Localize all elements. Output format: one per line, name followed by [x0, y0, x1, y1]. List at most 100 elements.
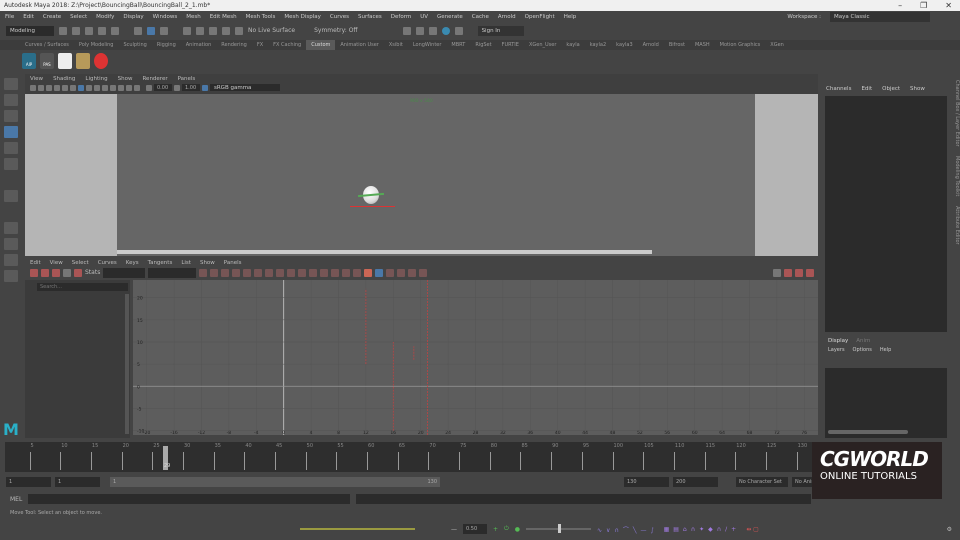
end-time-field[interactable]: 130	[624, 477, 669, 487]
shelf-tab[interactable]: MASH	[690, 40, 715, 50]
viewport-menu-renderer[interactable]: Renderer	[142, 76, 167, 82]
shelf-tab[interactable]: LongWinter	[408, 40, 447, 50]
shelf-tab[interactable]: XGen	[765, 40, 789, 50]
select-object-icon[interactable]	[147, 26, 155, 35]
lock-weight-icon[interactable]	[353, 268, 362, 277]
outliner-scrollbar[interactable]	[125, 294, 129, 434]
frame-selection-icon[interactable]	[210, 268, 219, 277]
ge-menu-view[interactable]: View	[50, 260, 63, 266]
viewport-canvas[interactable]	[25, 94, 818, 256]
menu-curves[interactable]: Curves	[330, 14, 349, 20]
viewport-scrollbar[interactable]	[117, 250, 652, 254]
anim-end-field[interactable]: 200	[673, 477, 718, 487]
ge-menu-select[interactable]: Select	[72, 260, 89, 266]
menu-uv[interactable]: UV	[420, 14, 428, 20]
exposure-field[interactable]: 0.00	[154, 84, 172, 91]
layer-tab-anim[interactable]: Anim	[856, 338, 870, 344]
shadows-icon[interactable]	[118, 84, 124, 91]
film-gate-icon[interactable]	[70, 84, 76, 91]
channel-show-menu[interactable]: Show	[910, 86, 925, 92]
single-pane-layout-icon[interactable]	[4, 222, 18, 234]
shelf-tab[interactable]: Poly Modeling	[74, 40, 119, 50]
shelf-tab[interactable]: Xsibit	[384, 40, 408, 50]
menu-windows[interactable]: Windows	[153, 14, 178, 20]
shelf-tab[interactable]: XGen_User	[524, 40, 561, 50]
free-weight-icon[interactable]	[342, 268, 351, 277]
snap-point-icon[interactable]	[209, 26, 217, 35]
clamped-tangent-icon[interactable]	[265, 268, 274, 277]
time-slider[interactable]: 5 10 15 20 25 30 35 40 45 50 55 60 65 70 75 80 85 90 95 100…	[5, 442, 815, 472]
render-settings-icon[interactable]	[428, 26, 437, 35]
retime-icon[interactable]	[74, 268, 82, 277]
ge-menu-panels[interactable]: Panels	[224, 260, 242, 266]
minus-icon[interactable]: —	[451, 526, 457, 533]
insert-key-icon[interactable]	[41, 268, 49, 277]
menu-generate[interactable]: Generate	[437, 14, 463, 20]
menu-modify[interactable]: Modify	[96, 14, 114, 20]
curve-tools-icons[interactable]: ∿∨∩⌒╲—∫	[597, 525, 658, 534]
layers-menu[interactable]: Layers	[828, 347, 845, 353]
menu-deform[interactable]: Deform	[391, 14, 411, 20]
shelf-tab[interactable]: Sculpting	[118, 40, 151, 50]
linear-tangent-icon[interactable]	[276, 268, 285, 277]
two-pane-layout-icon[interactable]	[4, 254, 18, 266]
trax-icon[interactable]	[419, 268, 428, 277]
ge-layout-icon-3[interactable]	[806, 268, 814, 277]
menu-create[interactable]: Create	[43, 14, 61, 20]
red-script-shelf-icon[interactable]	[94, 53, 108, 69]
side-tab-attribute-editor[interactable]: Attribute Editor	[954, 206, 960, 244]
menu-arnold[interactable]: Arnold	[498, 14, 516, 20]
shelf-tab-custom[interactable]: Custom	[306, 40, 336, 50]
spline-tangent-icon[interactable]	[254, 268, 263, 277]
move-view-icon[interactable]	[773, 268, 781, 277]
buffer-curve-icon[interactable]	[364, 268, 373, 277]
shelf-tab[interactable]: Animation	[181, 40, 217, 50]
viewport-menu-view[interactable]: View	[30, 76, 43, 82]
layer-help-menu[interactable]: Help	[880, 347, 891, 353]
shelf-tab[interactable]: FX	[252, 40, 268, 50]
select-hierarchy-icon[interactable]	[134, 26, 142, 35]
unify-tangent-icon[interactable]	[331, 268, 340, 277]
settings-gear-icon[interactable]: ⚙	[947, 526, 952, 533]
textured-icon[interactable]	[102, 84, 108, 91]
menu-display[interactable]: Display	[123, 14, 143, 20]
character-set-select[interactable]: No Character Set	[736, 477, 788, 487]
render-icon[interactable]	[402, 26, 411, 35]
grid-icon[interactable]	[62, 84, 68, 91]
channel-object-menu[interactable]: Object	[882, 86, 900, 92]
key-icon[interactable]: ●	[515, 526, 520, 533]
command-input[interactable]	[28, 494, 351, 504]
menu-openflight[interactable]: OpenFlight	[525, 14, 555, 20]
shelf-tab[interactable]: Animation User	[335, 40, 383, 50]
channel-box-body[interactable]	[825, 96, 947, 332]
show-manipulator-icon[interactable]	[4, 190, 18, 202]
camera-attributes-icon[interactable]	[38, 84, 44, 91]
shelf-tab[interactable]: Rigging	[152, 40, 181, 50]
menu-select[interactable]: Select	[70, 14, 87, 20]
break-tangent-icon[interactable]	[320, 268, 329, 277]
move-tool-icon[interactable]	[4, 126, 18, 138]
paint-select-tool-icon[interactable]	[4, 110, 18, 122]
maximize-button[interactable]: ❐	[920, 1, 927, 10]
viewport-menu-show[interactable]: Show	[118, 76, 133, 82]
ge-menu-edit[interactable]: Edit	[30, 260, 41, 266]
shelf-tab[interactable]: Bifrost	[664, 40, 690, 50]
color-space-select[interactable]: sRGB gamma	[210, 84, 280, 91]
shelf-tab[interactable]: RigSet	[470, 40, 496, 50]
color-management-icon[interactable]	[202, 84, 208, 91]
gamma-field[interactable]: 1.00	[182, 84, 200, 91]
ge-layout-icon-2[interactable]	[795, 268, 803, 277]
live-surface-label[interactable]: No Live Surface	[248, 27, 295, 34]
shelf-tab[interactable]: MBRT	[446, 40, 470, 50]
dope-sheet-icon[interactable]	[408, 268, 417, 277]
power-icon[interactable]: ⏻	[504, 525, 509, 533]
menu-mesh-display[interactable]: Mesh Display	[284, 14, 321, 20]
sign-in-button[interactable]: Sign In	[477, 25, 524, 36]
close-button[interactable]: ✕	[945, 1, 952, 10]
ge-menu-tangents[interactable]: Tangents	[148, 260, 173, 266]
image-plane-icon[interactable]	[54, 84, 60, 91]
four-pane-layout-icon[interactable]	[4, 238, 18, 250]
pre-infinity-icon[interactable]	[386, 268, 395, 277]
snap-surface-icon[interactable]	[235, 26, 243, 35]
new-scene-icon[interactable]	[59, 26, 67, 35]
